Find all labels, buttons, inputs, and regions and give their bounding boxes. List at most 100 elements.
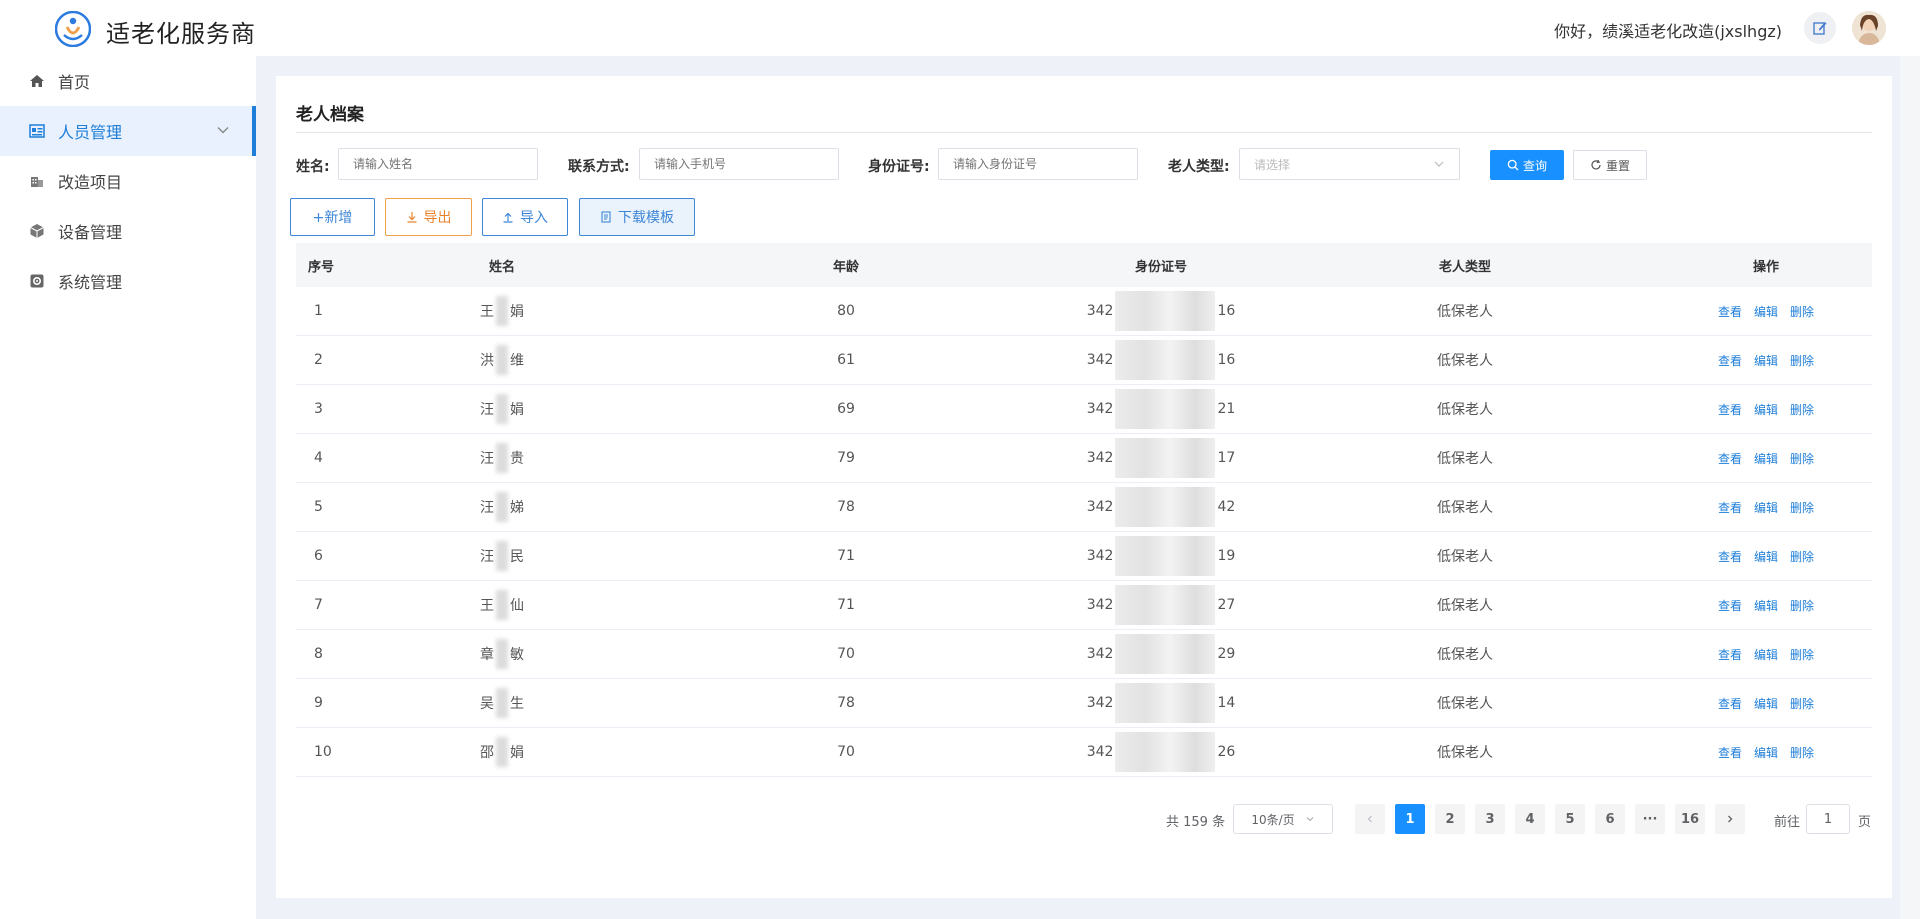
idcard-suffix: 16 (1217, 352, 1236, 368)
idcard-prefix: 342 (1086, 450, 1114, 466)
view-link[interactable]: 查看 (1718, 597, 1742, 614)
name-last-char: 娟 (510, 402, 524, 418)
total-count: 共 159 条 (1166, 815, 1226, 830)
view-link[interactable]: 查看 (1718, 548, 1742, 565)
refresh-icon (1591, 159, 1601, 170)
avatar[interactable] (1852, 11, 1886, 45)
edit-link[interactable]: 编辑 (1754, 450, 1778, 467)
sidebar-item-projects[interactable]: 改造项目 (0, 156, 256, 206)
view-link[interactable]: 查看 (1718, 450, 1742, 467)
row-actions: 查看 编辑 删除 (1716, 287, 1816, 335)
edit-link[interactable]: 编辑 (1754, 303, 1778, 320)
idcard-redaction (1115, 585, 1216, 625)
export-button[interactable]: 导出 (385, 198, 472, 236)
goto-label: 前往 (1774, 815, 1801, 830)
device-icon (28, 222, 46, 240)
view-link[interactable]: 查看 (1718, 303, 1742, 320)
idcard-input[interactable] (938, 148, 1138, 180)
chevron-left-icon (1367, 815, 1372, 823)
name-input[interactable] (338, 148, 538, 180)
row-age: 70 (837, 646, 855, 662)
page-button-1[interactable]: 1 (1395, 804, 1425, 834)
pagination: 共 159 条 10条/页 1 2 3 4 5 6 ··· 16 前往 页 (276, 804, 1892, 834)
view-link[interactable]: 查看 (1718, 401, 1742, 418)
view-link[interactable]: 查看 (1718, 646, 1742, 663)
edit-profile-button[interactable] (1804, 12, 1836, 44)
view-link[interactable]: 查看 (1718, 744, 1742, 761)
reset-button[interactable]: 重置 (1573, 150, 1647, 180)
sidebar-item-people[interactable]: 人员管理 (0, 106, 256, 156)
import-button[interactable]: 导入 (482, 198, 568, 236)
edit-link[interactable]: 编辑 (1754, 597, 1778, 614)
row-elder-type: 低保老人 (1437, 451, 1493, 467)
row-index: 2 (314, 352, 323, 368)
row-actions: 查看 编辑 删除 (1716, 679, 1816, 727)
sidebar-item-devices[interactable]: 设备管理 (0, 206, 256, 256)
logo-icon (55, 11, 91, 47)
edit-link[interactable]: 编辑 (1754, 352, 1778, 369)
query-button[interactable]: 查询 (1490, 150, 1564, 180)
sidebar-item-label: 系统管理 (58, 273, 123, 292)
prev-page-button[interactable] (1355, 804, 1385, 834)
delete-link[interactable]: 删除 (1790, 303, 1814, 320)
row-idcard: 342 16 (1071, 287, 1251, 335)
page-button-2[interactable]: 2 (1435, 804, 1465, 834)
page-button-3[interactable]: 3 (1475, 804, 1505, 834)
delete-link[interactable]: 删除 (1790, 401, 1814, 418)
view-link[interactable]: 查看 (1718, 499, 1742, 516)
user-greeting: 你好，绩溪适老化改造(jxslhgz) (1554, 22, 1782, 41)
edit-link[interactable]: 编辑 (1754, 499, 1778, 516)
idcard-prefix: 342 (1086, 303, 1114, 319)
elder-type-select[interactable]: 请选择 (1239, 148, 1460, 180)
edit-link[interactable]: 编辑 (1754, 744, 1778, 761)
delete-link[interactable]: 删除 (1790, 499, 1814, 516)
row-actions: 查看 编辑 删除 (1716, 434, 1816, 482)
delete-link[interactable]: 删除 (1790, 548, 1814, 565)
col-header-age: 年龄 (832, 259, 859, 275)
top-header: 适老化服务商 你好，绩溪适老化改造(jxslhgz) (0, 0, 1920, 56)
idcard-redaction (1115, 536, 1216, 576)
col-header-idcard: 身份证号 (1134, 259, 1187, 275)
name-redaction (496, 639, 508, 669)
table-row: 5 汪娣 78 342 42 低保老人 查看 编辑 删除 (296, 483, 1872, 532)
delete-link[interactable]: 删除 (1790, 352, 1814, 369)
name-first-char: 王 (480, 598, 494, 614)
name-last-char: 娟 (510, 304, 524, 320)
row-index: 10 (314, 744, 332, 760)
delete-link[interactable]: 删除 (1790, 744, 1814, 761)
view-link[interactable]: 查看 (1718, 352, 1742, 369)
select-placeholder: 请选择 (1254, 157, 1291, 172)
edit-link[interactable]: 编辑 (1754, 548, 1778, 565)
phone-input[interactable] (639, 148, 839, 180)
delete-link[interactable]: 删除 (1790, 597, 1814, 614)
delete-link[interactable]: 删除 (1790, 695, 1814, 712)
name-redaction (496, 492, 508, 522)
page-button-5[interactable]: 5 (1555, 804, 1585, 834)
page-ellipsis-button[interactable]: ··· (1635, 804, 1665, 834)
page-button-4[interactable]: 4 (1515, 804, 1545, 834)
delete-link[interactable]: 删除 (1790, 450, 1814, 467)
page-button-6[interactable]: 6 (1595, 804, 1625, 834)
download-template-button[interactable]: 下载模板 (579, 198, 695, 236)
name-first-char: 汪 (480, 500, 494, 516)
type-filter-label: 老人类型: (1168, 159, 1230, 175)
delete-link[interactable]: 删除 (1790, 646, 1814, 663)
goto-page-input[interactable] (1806, 804, 1850, 834)
view-link[interactable]: 查看 (1718, 695, 1742, 712)
edit-link[interactable]: 编辑 (1754, 401, 1778, 418)
row-index: 3 (314, 401, 323, 417)
edit-link[interactable]: 编辑 (1754, 646, 1778, 663)
upload-icon (503, 212, 513, 223)
app-title: 适老化服务商 (106, 20, 256, 48)
edit-link[interactable]: 编辑 (1754, 695, 1778, 712)
page-button-16[interactable]: 16 (1675, 804, 1705, 834)
page-size-select[interactable]: 10条/页 (1233, 804, 1333, 834)
sidebar-item-home[interactable]: 首页 (0, 56, 256, 106)
add-button[interactable]: +新增 (290, 198, 375, 236)
row-name: 王娟 (467, 287, 537, 335)
sidebar-item-system[interactable]: 系统管理 (0, 256, 256, 306)
scrollbar-track[interactable] (1900, 56, 1920, 919)
row-index: 9 (314, 695, 323, 711)
name-redaction (496, 345, 508, 375)
next-page-button[interactable] (1715, 804, 1745, 834)
